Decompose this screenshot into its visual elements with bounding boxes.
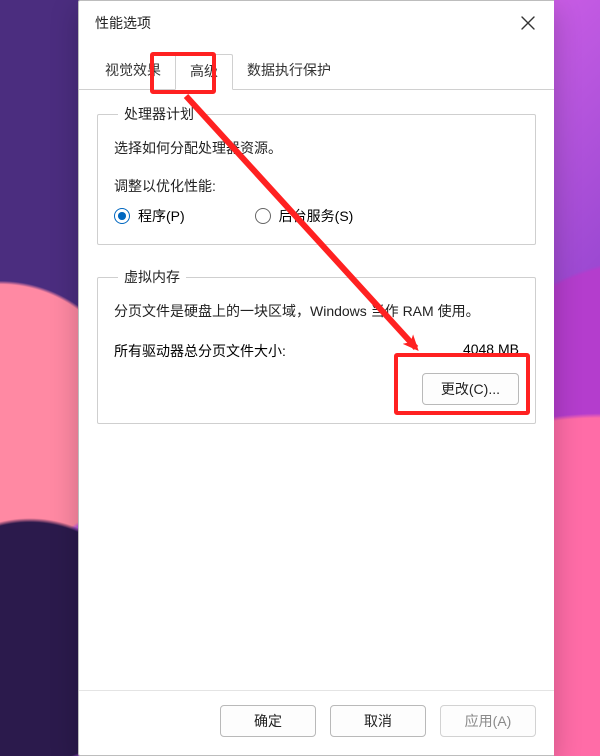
virtual-memory-desc: 分页文件是硬盘上的一块区域，Windows 当作 RAM 使用。 — [114, 301, 519, 321]
pagefile-size-row: 所有驱动器总分页文件大小: 4048 MB — [114, 341, 519, 361]
tab-dep[interactable]: 数据执行保护 — [233, 54, 345, 90]
processor-legend: 处理器计划 — [118, 104, 200, 124]
virtual-memory-legend: 虚拟内存 — [118, 267, 186, 287]
close-icon — [521, 16, 535, 30]
radio-background-label: 后台服务(S) — [279, 206, 354, 226]
radio-programs[interactable]: 程序(P) — [114, 206, 185, 226]
processor-subhead: 调整以优化性能: — [114, 176, 519, 196]
virtual-memory-group: 虚拟内存 分页文件是硬盘上的一块区域，Windows 当作 RAM 使用。 所有… — [97, 267, 536, 424]
radio-programs-label: 程序(P) — [138, 206, 185, 226]
radio-dot-icon — [255, 208, 271, 224]
pagefile-size-label: 所有驱动器总分页文件大小: — [114, 341, 286, 361]
cancel-button[interactable]: 取消 — [330, 705, 426, 737]
radio-dot-icon — [114, 208, 130, 224]
radio-background-services[interactable]: 后台服务(S) — [255, 206, 354, 226]
tab-advanced[interactable]: 高级 — [175, 54, 233, 90]
tab-content: 处理器计划 选择如何分配处理器资源。 调整以优化性能: 程序(P) 后台服务(S… — [79, 90, 554, 690]
apply-button[interactable]: 应用(A) — [440, 705, 536, 737]
tabs: 视觉效果 高级 数据执行保护 — [79, 45, 554, 90]
close-button[interactable] — [508, 7, 548, 39]
pagefile-size-value: 4048 MB — [463, 341, 519, 361]
processor-radio-row: 程序(P) 后台服务(S) — [114, 206, 519, 226]
window-title: 性能选项 — [95, 13, 508, 33]
change-button[interactable]: 更改(C)... — [422, 373, 519, 405]
processor-desc: 选择如何分配处理器资源。 — [114, 138, 519, 158]
titlebar: 性能选项 — [79, 1, 554, 45]
tab-visual-effects[interactable]: 视觉效果 — [91, 54, 175, 90]
dialog-footer: 确定 取消 应用(A) — [79, 690, 554, 755]
performance-options-window: 性能选项 视觉效果 高级 数据执行保护 处理器计划 选择如何分配处理器资源。 调… — [78, 0, 554, 756]
processor-scheduling-group: 处理器计划 选择如何分配处理器资源。 调整以优化性能: 程序(P) 后台服务(S… — [97, 104, 536, 245]
ok-button[interactable]: 确定 — [220, 705, 316, 737]
